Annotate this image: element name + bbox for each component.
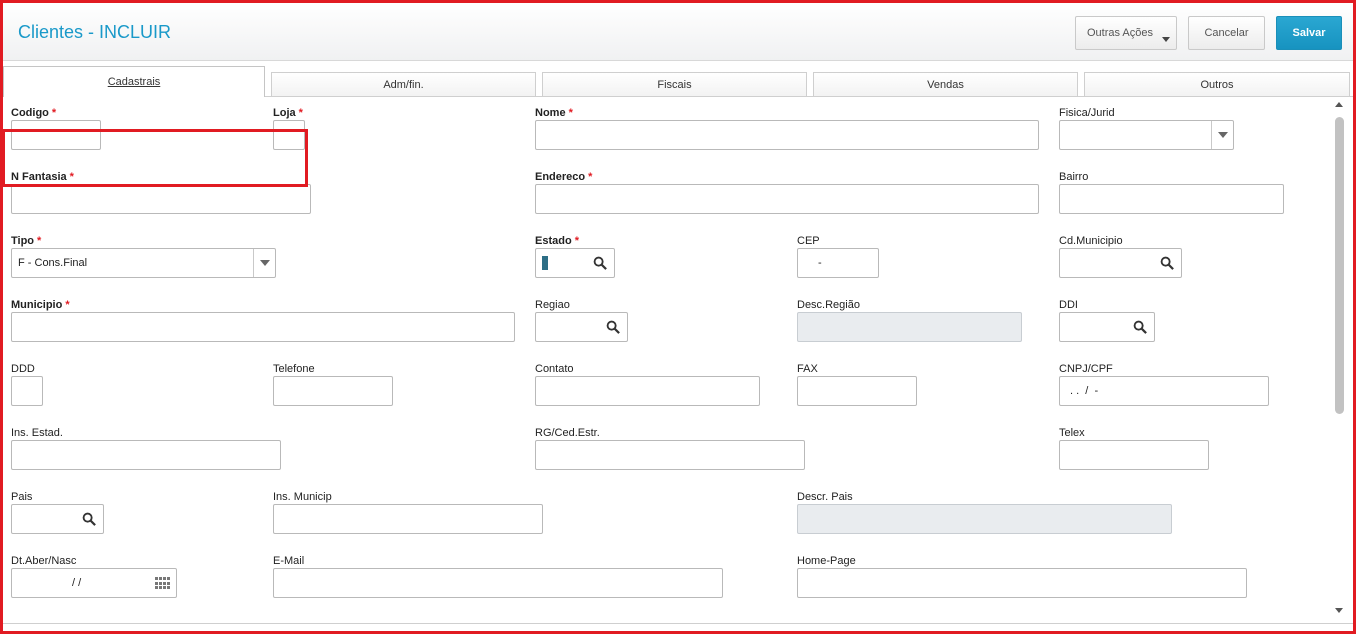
desc-regiao-label: Desc.Região [797,299,860,311]
descr-pais-field [797,504,1172,534]
dt-aber-nasc-label: Dt.Aber/Nasc [11,555,77,567]
ddd-field[interactable] [11,376,43,406]
tab-outros[interactable]: Outros [1084,72,1350,97]
dt-aber-nasc-value: / / [72,577,82,589]
fax-label: FAX [797,363,818,375]
chevron-down-icon[interactable] [253,249,275,277]
tab-adm-fin-label: Adm/fin. [383,79,424,91]
tab-fiscais[interactable]: Fiscais [542,72,807,97]
home-page-label: Home-Page [797,555,856,567]
tab-cadastrais[interactable]: Cadastrais [3,66,265,97]
fisica-jurid-label: Fisica/Jurid [1059,107,1115,119]
tipo-label: Tipo * [11,235,42,247]
cadastrais-form: Codigo * Loja * Nome * Fisica/Jurid N Fanta… [3,97,1333,624]
fisica-jurid-select[interactable] [1059,120,1234,150]
codigo-field[interactable] [11,120,101,150]
tipo-value: F - Cons.Final [18,257,88,269]
ins-estad-field[interactable] [11,440,281,470]
n-fantasia-label: N Fantasia * [11,171,74,183]
regiao-field[interactable] [535,312,628,342]
nome-field[interactable] [535,120,1039,150]
cancel-button[interactable]: Cancelar [1188,16,1265,50]
endereco-field[interactable] [535,184,1039,214]
cep-field[interactable]: - [797,248,879,278]
save-button[interactable]: Salvar [1276,16,1342,50]
descr-pais-label: Descr. Pais [797,491,853,503]
ddi-label: DDI [1059,299,1078,311]
estado-label: Estado * [535,235,579,247]
tab-fiscais-label: Fiscais [657,79,692,91]
contato-field[interactable] [535,376,760,406]
pais-label: Pais [11,491,33,503]
cep-label: CEP [797,235,820,247]
telex-label: Telex [1059,427,1085,439]
endereco-label: Endereco * [535,171,593,183]
tab-cadastrais-label: Cadastrais [107,76,161,88]
vertical-scrollbar[interactable] [1333,99,1346,619]
caret-down-icon [1162,37,1170,42]
search-icon[interactable] [1133,320,1148,335]
ins-municip-label: Ins. Municip [273,491,332,503]
nome-label: Nome * [535,107,573,119]
dt-aber-nasc-field[interactable]: / / [11,568,177,598]
outras-acoes-label: Outras Ações [1086,27,1154,39]
tipo-select[interactable]: F - Cons.Final [11,248,276,278]
telefone-label: Telefone [273,363,315,375]
chevron-down-icon[interactable] [1211,121,1233,149]
cd-municipio-label: Cd.Municipio [1059,235,1123,247]
tab-bar: Cadastrais Adm/fin. Fiscais Vendas Outro… [3,66,1353,97]
scroll-up-icon[interactable] [1335,102,1343,107]
ddd-label: DDD [11,363,35,375]
contato-label: Contato [535,363,574,375]
fax-field[interactable] [797,376,917,406]
estado-field[interactable] [535,248,615,278]
form-bottom-divider [3,623,1353,624]
tab-vendas[interactable]: Vendas [813,72,1078,97]
cnpj-cpf-label: CNPJ/CPF [1059,363,1113,375]
email-label: E-Mail [273,555,305,567]
cnpj-cpf-field[interactable]: . . / - [1059,376,1269,406]
municipio-field[interactable] [11,312,515,342]
desc-regiao-field [797,312,1022,342]
tab-vendas-label: Vendas [927,79,964,91]
page-header: Clientes - INCLUIR Outras Ações Cancelar… [3,3,1353,61]
scroll-thumb[interactable] [1335,117,1344,414]
n-fantasia-field[interactable] [11,184,311,214]
search-icon[interactable] [593,256,608,271]
text-cursor [542,256,548,270]
regiao-label: Regiao [535,299,570,311]
page-title: Clientes - INCLUIR [18,22,172,42]
bairro-label: Bairro [1059,171,1089,183]
loja-label: Loja * [273,107,303,119]
telex-field[interactable] [1059,440,1209,470]
loja-field[interactable] [273,120,305,150]
scroll-down-icon[interactable] [1335,608,1343,613]
ins-estad-label: Ins. Estad. [11,427,63,439]
calendar-icon[interactable] [155,577,171,590]
tab-adm-fin[interactable]: Adm/fin. [271,72,536,97]
pais-field[interactable] [11,504,104,534]
search-icon[interactable] [82,512,97,527]
search-icon[interactable] [1160,256,1175,271]
ins-municip-field[interactable] [273,504,543,534]
codigo-label: Codigo * [11,107,57,119]
home-page-field[interactable] [797,568,1247,598]
tab-outros-label: Outros [1200,79,1234,91]
rg-ced-estr-field[interactable] [535,440,805,470]
municipio-label: Municipio * [11,299,70,311]
search-icon[interactable] [606,320,621,335]
cd-municipio-field[interactable] [1059,248,1182,278]
email-field[interactable] [273,568,723,598]
bairro-field[interactable] [1059,184,1284,214]
outras-acoes-button[interactable]: Outras Ações [1075,16,1177,50]
telefone-field[interactable] [273,376,393,406]
ddi-field[interactable] [1059,312,1155,342]
rg-ced-estr-label: RG/Ced.Estr. [535,427,600,439]
